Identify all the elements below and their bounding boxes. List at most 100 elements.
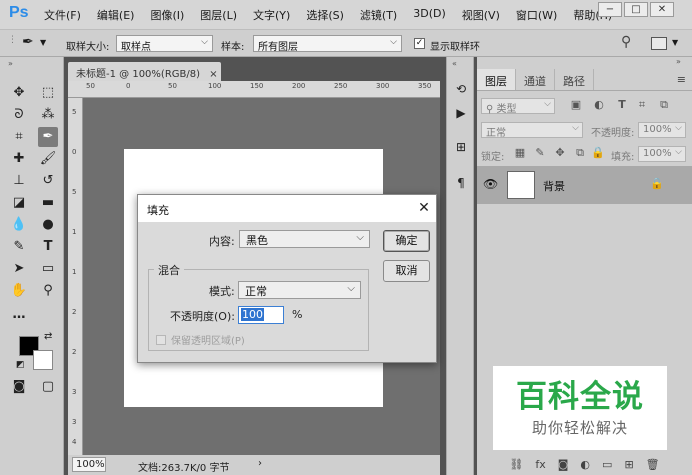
blur-tool-icon[interactable]: 💧 [9,215,29,235]
crop-tool-icon[interactable]: ⌗ [9,127,29,147]
ruler-tick-label: 250 [334,82,348,90]
history-panel-icon[interactable]: ⟲ [451,79,471,99]
visibility-eye-icon[interactable]: 👁 [483,177,498,191]
layer-mask-icon[interactable]: ◙ [558,458,569,471]
link-layers-icon[interactable]: ⛓ [509,458,523,471]
lock-image-icon[interactable]: ✎ [533,146,547,162]
menu-view[interactable]: 视图(V) [462,7,500,23]
menu-layer[interactable]: 图层(L) [200,7,237,23]
menu-type[interactable]: 文字(Y) [253,7,290,23]
dodge-tool-icon[interactable]: ● [38,215,58,235]
menu-image[interactable]: 图像(I) [150,7,184,23]
history-brush-tool-icon[interactable]: ↺ [38,171,58,191]
menu-select[interactable]: 选择(S) [306,7,344,23]
panel-menu-icon[interactable]: ≡ [671,69,692,90]
chevron-right-icon[interactable]: › [258,458,262,469]
layer-row[interactable]: 👁 背景 🔒 [477,166,692,204]
blend-mode-select[interactable]: 正常 ⌵ [481,122,583,139]
maximize-button[interactable]: □ [624,2,648,17]
search-icon[interactable]: ⚲ [621,34,631,50]
opacity-field[interactable]: 100% ⌵ [638,122,686,138]
preserve-transparency-checkbox[interactable] [156,334,166,345]
layer-style-icon[interactable]: fx [535,458,545,471]
show-ring-checkbox[interactable]: ✓ [414,38,425,49]
marquee-tool-icon[interactable]: ⬚ [38,83,58,103]
move-tool-icon[interactable]: ✥ [9,83,29,103]
default-colors-icon[interactable]: ◩ [16,360,25,370]
tab-paths[interactable]: 路径 [555,69,594,90]
more-tools-icon[interactable]: … [9,305,29,325]
sample-select[interactable]: 所有图层 ⌵ [253,35,402,53]
chevron-down-icon[interactable]: ▼ [40,38,46,47]
sample-size-select[interactable]: 取样点 ⌵ [116,35,213,53]
menu-items: 文件(F) 编辑(E) 图像(I) 图层(L) 文字(Y) 选择(S) 滤镜(T… [44,7,612,23]
mode-select[interactable]: 正常 ⌵ [238,281,361,299]
lock-position-icon[interactable]: ✥ [553,146,567,162]
eraser-tool-icon[interactable]: ◪ [9,193,29,213]
collapse-icon[interactable]: « [452,59,457,68]
opacity-input[interactable]: 100 [238,306,284,324]
lock-artboard-icon[interactable]: ⧉ [573,146,587,162]
options-bar: ⋮ ✒ ▼ 取样大小: 取样点 ⌵ 样本: 所有图层 ⌵ ✓ 显示取样环 ⚲ ▼ [0,29,692,57]
type-tool-icon[interactable]: T [38,237,58,257]
collapsed-panels: « ⟲ ▶ ⊞ ¶ [446,57,474,475]
stamp-tool-icon[interactable]: ⊥ [9,171,29,191]
filter-kind-select[interactable]: ⚲ 类型 ⌵ [481,98,555,115]
filter-shape-icon[interactable]: ⌗ [635,98,649,114]
adjustment-layer-icon[interactable]: ◐ [580,458,590,471]
gradient-tool-icon[interactable]: ▬ [38,193,58,213]
document-tab[interactable]: 未标题-1 @ 100%(RGB/8) × [68,62,221,81]
lock-transparent-icon[interactable]: ▦ [513,146,527,162]
quick-mask-icon[interactable]: ◙ [9,377,29,397]
menu-filter[interactable]: 滤镜(T) [360,7,397,23]
path-selection-tool-icon[interactable]: ➤ [9,259,29,279]
properties-panel-icon[interactable]: ⊞ [451,137,471,157]
paragraph-panel-icon[interactable]: ¶ [451,173,471,193]
close-icon[interactable]: ✕ [414,198,434,218]
cancel-button[interactable]: 取消 [383,260,430,282]
lasso-tool-icon[interactable]: ᘐ [9,105,29,125]
contents-select[interactable]: 黑色 ⌵ [239,230,370,248]
chevron-down-icon: ⌵ [201,37,208,47]
group-icon[interactable]: ▭ [602,458,612,471]
tab-channels[interactable]: 通道 [516,69,555,90]
swap-colors-icon[interactable]: ⇄ [44,331,52,342]
preserve-transparency-option[interactable]: 保留透明区域(P) [156,332,245,347]
trash-icon[interactable]: 🗑 [646,458,660,471]
menu-window[interactable]: 窗口(W) [516,7,557,23]
filter-adjustment-icon[interactable]: ◐ [592,98,606,114]
screen-mode-icon[interactable]: ▢ [38,377,58,397]
ok-button[interactable]: 确定 [383,230,430,252]
menu-file[interactable]: 文件(F) [44,7,81,23]
zoom-field[interactable]: 100% [72,457,106,472]
eyedropper-tool-icon[interactable]: ✒ [38,127,58,147]
new-layer-icon[interactable]: ⊞ [624,458,633,471]
fill-field[interactable]: 100% ⌵ [638,146,686,162]
menu-edit[interactable]: 编辑(E) [97,7,135,23]
workspace-icon[interactable] [651,37,667,50]
tab-layers[interactable]: 图层 [477,69,516,90]
filter-pixel-icon[interactable]: ▣ [569,98,583,114]
minimize-button[interactable]: − [598,2,622,17]
close-window-button[interactable]: ✕ [650,2,674,17]
magic-wand-tool-icon[interactable]: ⁂ [38,105,58,125]
actions-panel-icon[interactable]: ▶ [451,103,471,123]
filter-smart-object-icon[interactable]: ⧉ [657,98,671,114]
zoom-tool-icon[interactable]: ⚲ [38,281,58,301]
hand-tool-icon[interactable]: ✋ [9,281,29,301]
ruler-tick-label: 150 [250,82,264,90]
menu-3d[interactable]: 3D(D) [413,7,446,23]
chevron-down-icon[interactable]: ▼ [672,38,678,47]
collapse-icon[interactable]: » [8,59,13,68]
collapse-icon[interactable]: » [676,57,681,66]
close-tab-icon[interactable]: × [209,69,217,80]
layer-name[interactable]: 背景 [543,178,565,194]
eyedropper-preset-icon[interactable]: ✒ [22,34,34,50]
brush-tool-icon[interactable]: 🖌 [38,149,58,169]
healing-brush-tool-icon[interactable]: ✚ [9,149,29,169]
filter-type-icon[interactable]: T [615,98,629,114]
pen-tool-icon[interactable]: ✎ [9,237,29,257]
background-color-swatch[interactable] [33,350,53,370]
lock-all-icon[interactable]: 🔒 [591,146,605,162]
rectangle-tool-icon[interactable]: ▭ [38,259,58,279]
